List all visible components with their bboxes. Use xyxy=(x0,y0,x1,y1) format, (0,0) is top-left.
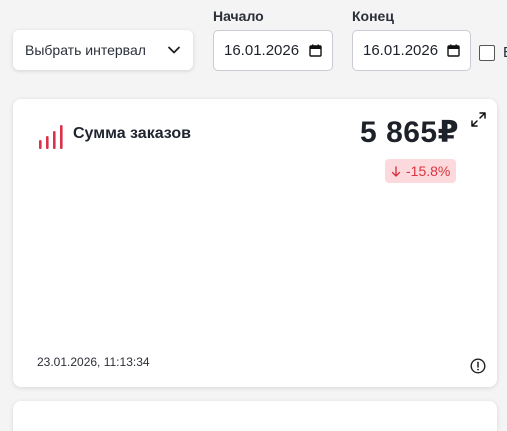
expand-icon[interactable] xyxy=(471,112,486,127)
end-date-value: 16.01.2026 xyxy=(363,42,439,59)
calendar-icon[interactable] xyxy=(447,44,460,57)
arrow-down-icon xyxy=(391,165,401,177)
start-date-value: 16.01.2026 xyxy=(224,42,300,59)
info-icon[interactable] xyxy=(470,358,486,374)
bar-signal-icon xyxy=(39,125,63,149)
chevron-down-icon xyxy=(168,46,180,54)
next-card xyxy=(13,401,497,431)
timestamp: 23.01.2026, 11:13:34 xyxy=(37,355,150,369)
checkbox-label: В xyxy=(503,44,507,61)
checkbox[interactable] xyxy=(479,45,495,61)
delta-badge: -15.8% xyxy=(385,159,457,183)
start-date-label: Начало xyxy=(213,8,264,24)
orders-sum-card: Сумма заказов 5 865₽ -15.8% 23.01.2026, … xyxy=(13,99,497,387)
start-date-input[interactable]: 16.01.2026 xyxy=(213,30,333,71)
card-title: Сумма заказов xyxy=(73,125,191,142)
toolbar: Выбрать интервал Начало 16.01.2026 Конец… xyxy=(0,0,507,90)
calendar-icon[interactable] xyxy=(309,44,322,57)
end-date-input[interactable]: 16.01.2026 xyxy=(352,30,471,71)
interval-select[interactable]: Выбрать интервал xyxy=(13,30,193,70)
interval-select-label: Выбрать интервал xyxy=(25,42,146,58)
delta-value: -15.8% xyxy=(406,163,451,179)
end-date-label: Конец xyxy=(352,8,394,24)
card-value: 5 865₽ xyxy=(360,116,459,149)
